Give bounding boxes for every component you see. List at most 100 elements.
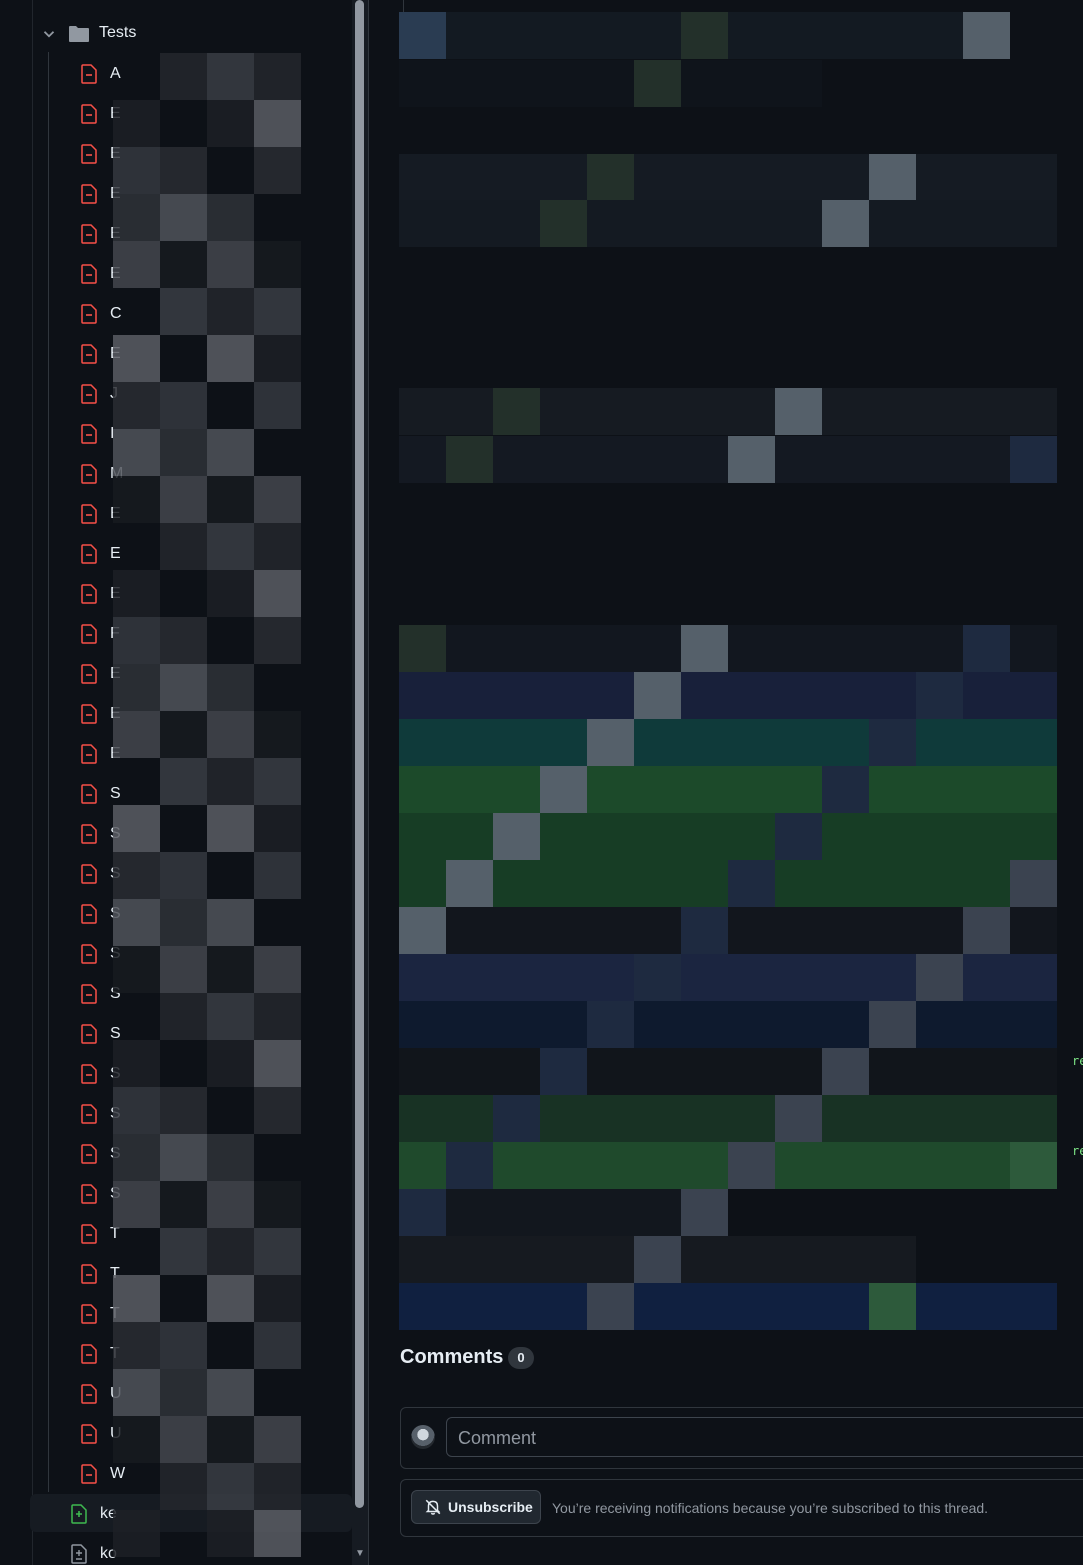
redaction-block (113, 194, 160, 241)
scroll-down-arrow-icon[interactable]: ▼ (354, 1548, 366, 1560)
redaction-block (254, 1275, 301, 1322)
redaction-block (399, 154, 446, 201)
file-deleted-icon (81, 1344, 97, 1364)
redaction-block (207, 805, 254, 852)
file-row[interactable]: C (80, 294, 122, 334)
redaction-block (399, 200, 446, 247)
redaction-block (540, 154, 587, 201)
redaction-block (207, 899, 254, 946)
unsubscribe-button[interactable]: Unsubscribe (411, 1490, 541, 1524)
redaction-block (775, 1001, 822, 1048)
redaction-block (1010, 625, 1057, 672)
file-deleted-icon (81, 64, 97, 84)
avatar[interactable] (411, 1425, 435, 1449)
redaction-block (493, 1048, 540, 1095)
file-deleted-icon (81, 184, 97, 204)
redaction-block (587, 719, 634, 766)
redaction-block (1010, 1001, 1057, 1048)
redaction-block (587, 388, 634, 435)
redaction-block (160, 523, 207, 570)
redaction-block (822, 1236, 869, 1283)
redaction-block (916, 1283, 963, 1330)
redaction-block (113, 899, 160, 946)
redaction-block (207, 1463, 254, 1510)
redaction-block (634, 766, 681, 813)
comment-input[interactable]: Comment (446, 1417, 1083, 1457)
redaction-block (446, 1142, 493, 1189)
file-row[interactable]: A (80, 54, 121, 94)
redaction-block (160, 946, 207, 993)
unsubscribe-label: Unsubscribe (448, 1499, 533, 1515)
redaction-block (160, 1181, 207, 1228)
folder-icon (69, 26, 89, 42)
redaction-block (728, 200, 775, 247)
redaction-block (207, 100, 254, 147)
redaction-block (963, 12, 1010, 59)
redaction-block (869, 1048, 916, 1095)
redaction-block (207, 1181, 254, 1228)
redaction-block (160, 382, 207, 429)
redaction-block (916, 388, 963, 435)
file-deleted-icon (81, 944, 97, 964)
file-row[interactable]: ke (70, 1494, 117, 1534)
redaction-block (634, 436, 681, 483)
diff-line-marker (403, 0, 404, 12)
sidebar-scrollbar-thumb[interactable] (355, 0, 364, 1508)
file-deleted-icon (81, 664, 97, 684)
redaction-block (1010, 719, 1057, 766)
redaction-block (634, 813, 681, 860)
redaction-block (728, 12, 775, 59)
redaction-block (540, 954, 587, 1001)
redaction-block (634, 12, 681, 59)
redaction-block (446, 60, 493, 107)
redaction-block (254, 1087, 301, 1134)
chevron-down-icon[interactable] (40, 25, 58, 43)
redaction-block (113, 664, 160, 711)
file-row[interactable]: ko (70, 1534, 117, 1565)
redaction-block (681, 719, 728, 766)
file-deleted-icon (81, 984, 97, 1004)
redaction-block (540, 200, 587, 247)
redaction-block (728, 1095, 775, 1142)
redaction-block (254, 100, 301, 147)
redaction-block (160, 1134, 207, 1181)
redaction-block (963, 766, 1010, 813)
folder-label: Tests (99, 24, 137, 41)
redaction-block (634, 1236, 681, 1283)
redaction-block (681, 1142, 728, 1189)
redaction-block (963, 1048, 1010, 1095)
comments-count-badge: 0 (508, 1347, 534, 1369)
file-deleted-icon (81, 264, 97, 284)
redaction-block (254, 570, 301, 617)
redaction-block (399, 860, 446, 907)
redaction-block (775, 1283, 822, 1330)
file-deleted-icon (81, 1024, 97, 1044)
redaction-block (822, 860, 869, 907)
redaction-block (207, 570, 254, 617)
redaction-block (254, 1510, 301, 1557)
tree-guide-line (48, 52, 49, 1492)
redaction-block (775, 954, 822, 1001)
redaction-block (207, 241, 254, 288)
redaction-block (869, 1001, 916, 1048)
file-deleted-icon (81, 464, 97, 484)
redaction-block (113, 1134, 160, 1181)
folder-row-tests[interactable]: Tests (0, 14, 352, 54)
file-deleted-icon (81, 1144, 97, 1164)
file-deleted-icon (81, 744, 97, 764)
redaction-block (587, 1095, 634, 1142)
redaction-block (113, 711, 160, 758)
redaction-block (587, 672, 634, 719)
redaction-block (160, 758, 207, 805)
file-row[interactable]: E (80, 534, 121, 574)
file-deleted-icon (81, 504, 97, 524)
redaction-block (446, 1189, 493, 1236)
file-row[interactable]: I (80, 414, 114, 454)
redaction-block (634, 954, 681, 1001)
redaction-block (399, 1142, 446, 1189)
redaction-block (254, 476, 301, 523)
redaction-block (540, 1189, 587, 1236)
redaction-block (963, 200, 1010, 247)
redaction-block (728, 1001, 775, 1048)
redaction-block (1010, 860, 1057, 907)
